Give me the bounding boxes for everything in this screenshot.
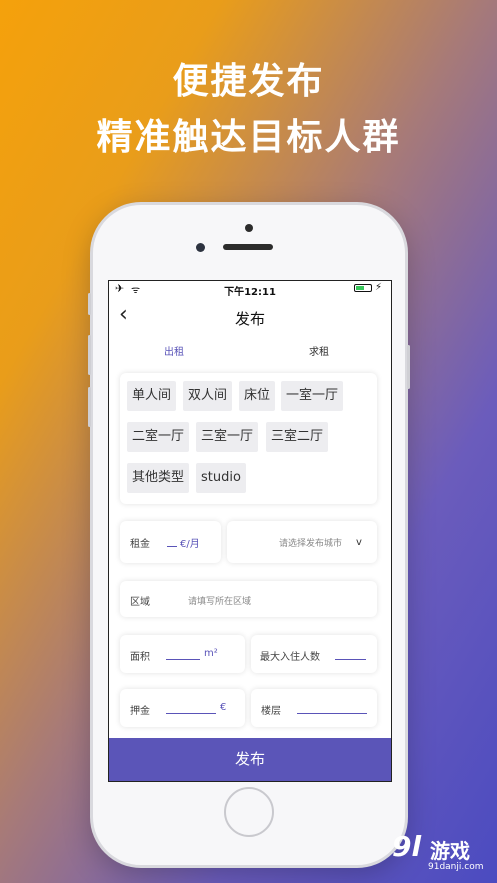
promo-title-line1: 便捷发布 [172,61,325,102]
phone-mute-switch [88,293,91,315]
city-select[interactable]: 请选择发布城市 v [227,521,377,563]
deposit-label: 押金 [130,706,150,717]
watermark-logo: 9l [392,830,422,863]
status-time: 下午12:11 [224,287,276,298]
phone-mockup: ✈ ᯤ 下午12:11 ⚡ ‹ 发布 出租 求租 单人间 双人间 床位 一室一厅… [88,205,410,865]
area-input-line[interactable] [166,659,200,660]
area-field[interactable]: 面积 m² [120,635,245,673]
floor-input-line[interactable] [297,713,367,714]
charging-icon: ⚡ [375,282,383,293]
room-type-chip[interactable]: 三室二厅 [266,422,329,452]
home-button [224,787,274,837]
area-label: 面积 [130,652,150,663]
floor-label: 楼层 [261,706,281,717]
room-type-chip[interactable]: 单人间 [127,381,177,411]
status-bar: ✈ ᯤ 下午12:11 ⚡ [109,281,391,298]
district-field[interactable]: 区域 请填写所在区域 [120,581,377,617]
nav-bar: ‹ 发布 [109,299,391,333]
phone-volume-down [88,387,91,427]
deposit-field[interactable]: 押金 € [120,689,245,727]
floor-field[interactable]: 楼层 [251,689,377,727]
city-placeholder: 请选择发布城市 [279,539,343,549]
max-occupants-input-line[interactable] [335,659,366,660]
tab-bar: 出租 求租 [109,339,391,363]
promo-title-line2: 精准触达目标人群 [96,117,401,158]
room-type-chip[interactable]: 一室一厅 [281,381,344,411]
room-type-chip[interactable]: 三室一厅 [196,422,259,452]
watermark-name: 游戏 [430,839,470,863]
phone-power-button [407,345,410,389]
room-type-chip[interactable]: studio [196,463,246,493]
publish-button[interactable]: 发布 [109,738,391,781]
deposit-unit: € [220,702,227,713]
room-type-chip[interactable]: 床位 [239,381,276,411]
deposit-input-line[interactable] [166,713,216,714]
rent-unit: €/月 [180,539,200,550]
max-occupants-label: 最大入住人数 [260,652,320,663]
app-screen: ✈ ᯤ 下午12:11 ⚡ ‹ 发布 出租 求租 单人间 双人间 床位 一室一厅… [108,280,392,782]
front-camera-icon [196,243,205,252]
chevron-down-icon: v [356,537,362,548]
battery-icon [354,284,372,292]
room-type-chip[interactable]: 其他类型 [127,463,190,493]
watermark-url: 91danji.com [428,862,484,872]
district-label: 区域 [130,597,150,608]
earpiece-speaker [223,244,273,250]
rent-field[interactable]: 租金 €/月 [120,521,221,563]
room-type-chip[interactable]: 二室一厅 [127,422,190,452]
front-sensor [245,224,253,232]
room-type-selector: 单人间 双人间 床位 一室一厅 二室一厅 三室一厅 三室二厅 其他类型 stud… [120,373,377,504]
rent-input-line[interactable] [167,546,177,547]
rent-label: 租金 [130,539,150,550]
phone-volume-up [88,335,91,375]
page-title: 发布 [234,310,265,328]
max-occupants-field[interactable]: 最大入住人数 [251,635,377,673]
tab-want-rent[interactable]: 求租 [309,343,329,358]
area-unit: m² [204,648,218,659]
room-type-chip[interactable]: 双人间 [183,381,233,411]
tab-rent-out[interactable]: 出租 [164,343,184,358]
district-input[interactable]: 请填写所在区域 [188,594,251,607]
